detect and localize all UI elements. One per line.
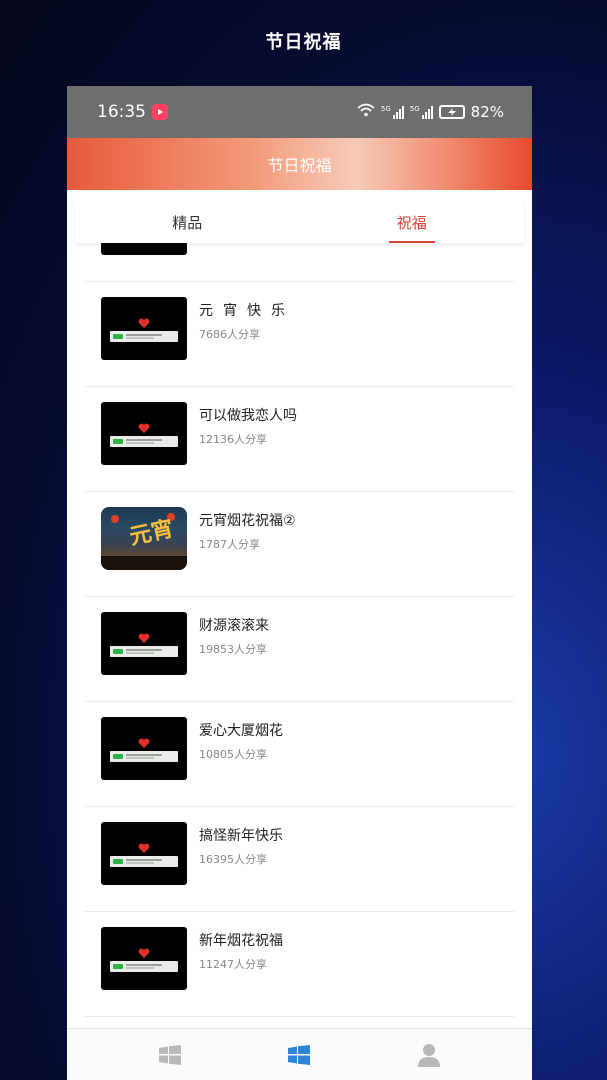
list-item[interactable]: 搞怪新年快乐 16395人分享 [85,807,514,912]
item-title: 财源滚滚来 [199,618,269,634]
phone-screen: 16:35 5G 5G 82% 节日祝福 精品 祝福 元宵快乐 7686人分享 … [67,86,532,1080]
app-header: 节日祝福 [67,138,532,190]
nav-profile-button[interactable] [409,1035,449,1075]
share-count: 1787人分享 [199,538,260,551]
battery-charging-icon [438,105,465,119]
video-thumbnail [101,927,187,990]
share-count: 10805人分享 [199,748,267,761]
list-item[interactable]: 可以做我恋人吗 12136人分享 [85,387,514,492]
battery-percent: 82% [470,103,504,121]
item-title: 搞怪新年快乐 [199,828,283,844]
status-bar: 16:35 5G 5G 82% [67,86,532,138]
video-thumbnail [101,297,187,360]
item-title: 新年烟花祝福 [199,933,283,949]
thumbnail [101,243,187,255]
greeting-list: 元宵快乐 7686人分享 可以做我恋人吗 12136人分享 元宵 元宵烟花祝福②… [85,243,514,1017]
signal-5g-icon-2: 5G [410,105,433,119]
tab-jingpin[interactable]: 精品 [75,201,300,243]
list-item[interactable]: 新年烟花祝福 11247人分享 [85,912,514,1017]
nav-home-button[interactable] [150,1035,190,1075]
heart-icon [138,738,150,748]
tab-zhufu[interactable]: 祝福 [300,201,525,243]
signal-5g-icon: 5G [381,105,404,119]
share-count: 7686人分享 [199,328,260,341]
list-item[interactable]: 财源滚滚来 19853人分享 [85,597,514,702]
video-app-icon [152,104,168,120]
video-thumbnail [101,717,187,780]
tab-bar: 精品 祝福 [75,201,524,243]
wifi-icon [357,103,375,121]
nav-category-button[interactable] [279,1035,319,1075]
poster-thumbnail: 元宵 [101,507,187,570]
share-count: 19853人分享 [199,643,267,656]
item-title: 元宵烟花祝福② [199,513,296,529]
share-count: 11247人分享 [199,958,267,971]
heart-icon [138,633,150,643]
video-thumbnail [101,612,187,675]
list-item-partial[interactable] [85,243,514,282]
outer-page-title: 节日祝福 [265,32,342,53]
heart-icon [138,318,150,328]
video-thumbnail [101,822,187,885]
bottom-nav [67,1028,532,1080]
heart-icon [138,948,150,958]
status-time: 16:35 [97,102,146,122]
list-item[interactable]: 元宵 元宵烟花祝福② 1787人分享 [85,492,514,597]
share-count: 16395人分享 [199,853,267,866]
heart-icon [138,843,150,853]
list-item[interactable]: 爱心大厦烟花 10805人分享 [85,702,514,807]
item-title: 爱心大厦烟花 [199,723,283,739]
poster-text: 元宵 [127,515,176,551]
windows-grid-icon [288,1044,311,1065]
item-title: 可以做我恋人吗 [199,408,297,424]
item-title: 元宵快乐 [199,303,295,319]
video-thumbnail [101,402,187,465]
user-icon [418,1043,441,1067]
heart-icon [138,423,150,433]
header-title: 节日祝福 [267,156,332,175]
list-item[interactable]: 元宵快乐 7686人分享 [85,282,514,387]
windows-grid-icon [158,1044,181,1065]
share-count: 12136人分享 [199,433,267,446]
